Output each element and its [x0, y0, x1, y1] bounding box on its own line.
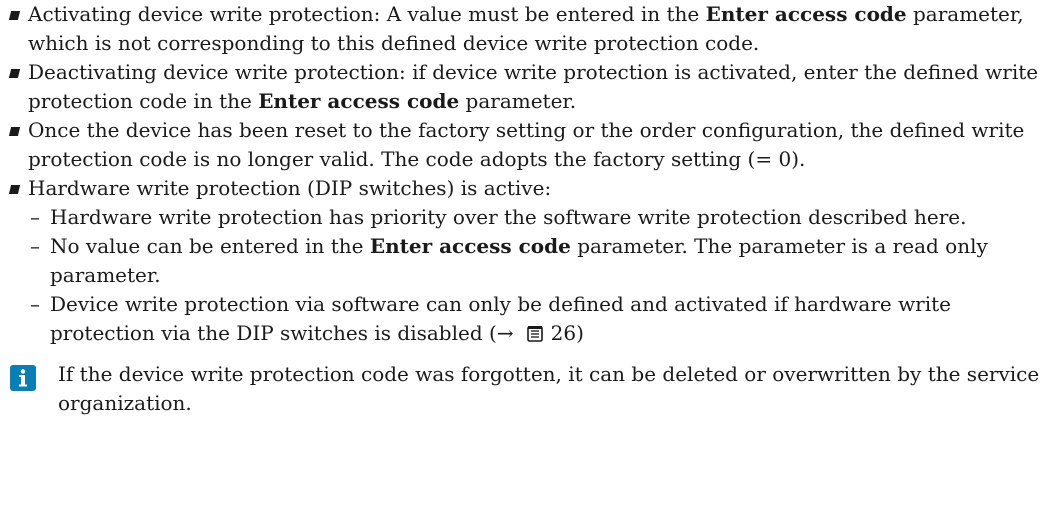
- item-text: No value can be entered in the: [50, 234, 370, 258]
- dash-marker: –: [30, 292, 40, 316]
- book-icon: [527, 326, 544, 342]
- page-reference-link[interactable]: 26: [526, 319, 576, 348]
- item-text: Activating device write protection: A va…: [28, 2, 706, 26]
- arrow-right-icon: →: [496, 321, 514, 345]
- item-text: parameter.: [459, 89, 577, 113]
- parameter-name: Enter access code: [705, 2, 907, 26]
- list-item: Once the device has been reset to the fa…: [0, 116, 1041, 174]
- parameter-name: Enter access code: [258, 89, 460, 113]
- list-item: Hardware write protection (DIP switches)…: [0, 174, 1041, 203]
- dash-marker: –: [30, 205, 40, 229]
- list-item: Activating device write protection: A va…: [0, 0, 1041, 58]
- info-note: If the device write protection code was …: [0, 360, 1041, 418]
- bullet-icon: [8, 11, 21, 20]
- item-text: Hardware write protection has priority o…: [50, 205, 967, 229]
- sub-list-item: – Hardware write protection has priority…: [0, 203, 1041, 232]
- sub-list-item: – No value can be entered in the Enter a…: [0, 232, 1041, 290]
- dash-marker: –: [30, 234, 40, 258]
- bullet-icon: [8, 69, 21, 78]
- note-text: If the device write protection code was …: [58, 362, 1040, 415]
- bullet-icon: [8, 185, 21, 194]
- page-number: 26: [550, 321, 577, 345]
- bullet-icon: [8, 127, 21, 136]
- info-icon: [10, 365, 36, 391]
- item-text: ): [576, 321, 584, 345]
- item-text: Once the device has been reset to the fa…: [28, 118, 1025, 171]
- sub-list-item: – Device write protection via software c…: [0, 290, 1041, 348]
- list-item: Deactivating device write protection: if…: [0, 58, 1041, 116]
- item-text: Hardware write protection (DIP switches)…: [28, 176, 552, 200]
- document-body: Activating device write protection: A va…: [0, 0, 1041, 418]
- parameter-name: Enter access code: [369, 234, 571, 258]
